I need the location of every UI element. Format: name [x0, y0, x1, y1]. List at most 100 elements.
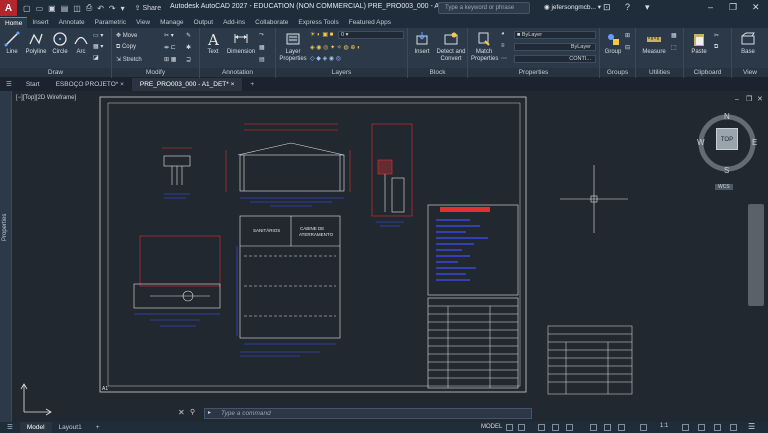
layer-tools-row-1[interactable]: ◈ ◉ ◎ ✦ ✧ ◍ ⊕ ◐ [310, 44, 361, 51]
osnap-icon[interactable] [566, 424, 573, 431]
hamburger-menu-icon[interactable]: ☰ [0, 78, 18, 91]
close-tab-icon[interactable]: × [231, 81, 235, 88]
tab-featured-apps[interactable]: Featured Apps [344, 17, 396, 28]
line-button[interactable]: Line [3, 31, 21, 56]
tab-parametric[interactable]: Parametric [90, 17, 131, 28]
group-tools-icon[interactable]: ⊞ [625, 32, 630, 39]
tab-output[interactable]: Output [189, 17, 219, 28]
markup-icon[interactable]: ▤ [259, 56, 265, 63]
compass-west[interactable]: W [697, 138, 705, 147]
layout-tab-model[interactable]: Model [19, 422, 52, 433]
clean-screen-icon[interactable] [730, 424, 737, 431]
open-icon[interactable]: ▭ [36, 4, 44, 13]
web-icon[interactable]: ◫ [73, 4, 81, 13]
cart-icon[interactable]: ⊡ [603, 2, 611, 13]
ortho-icon[interactable] [538, 424, 545, 431]
table-icon[interactable]: ▦ [259, 44, 265, 51]
search-input[interactable]: Type a keyword or phrase [438, 2, 530, 14]
add-layout-icon[interactable]: + [89, 422, 107, 433]
new-tab-icon[interactable]: + [242, 78, 262, 91]
erase-icon[interactable]: ✎ [186, 32, 191, 39]
customization-icon[interactable]: ☰ [748, 422, 755, 431]
tab-collaborate[interactable]: Collaborate [250, 17, 293, 28]
compass-east[interactable]: E [752, 138, 757, 147]
tab-insert[interactable]: Insert [27, 17, 53, 28]
scale-icon[interactable]: ⊞ ▦ [164, 56, 176, 63]
color-wheel-icon[interactable]: ◕ [501, 31, 505, 37]
copy-button[interactable]: ⧉ Copy [116, 44, 136, 51]
transparency-icon[interactable] [618, 424, 625, 431]
rectangle-icon[interactable]: ▭ ▾ [93, 32, 103, 39]
command-input[interactable]: Type a command [204, 408, 532, 419]
modify-panel-title[interactable]: Modify [112, 68, 199, 77]
layer-state-icons[interactable]: ☀ ◐ ▣ ■ [310, 31, 333, 38]
stretch-button[interactable]: ⇲ Stretch [116, 56, 142, 63]
paste-button[interactable]: Paste [688, 31, 710, 56]
tab-home[interactable]: Home [0, 17, 28, 28]
layout-menu-icon[interactable]: ☰ [0, 422, 20, 433]
restore-icon[interactable]: ❐ [729, 2, 737, 13]
redo-icon[interactable]: ↷ [109, 4, 116, 13]
lineweight-icon[interactable]: ≡ [501, 43, 505, 49]
help-icon[interactable]: ? [625, 2, 630, 12]
view-panel-title[interactable]: View [732, 68, 768, 77]
tab-view[interactable]: View [131, 17, 155, 28]
clipboard-panel-title[interactable]: Clipboard [684, 68, 731, 77]
group-button[interactable]: Group [602, 31, 624, 56]
layer-tools-row-2[interactable]: ◇ ◆ ◈ ◉ ◎ [310, 55, 341, 62]
compass-south[interactable]: S [724, 166, 729, 175]
isolate-icon[interactable] [714, 424, 721, 431]
lineweight-toggle-icon[interactable] [604, 424, 611, 431]
doc-tab-pre-pro003[interactable]: PRE_PRO003_000 - A1_DET* × [131, 78, 243, 91]
properties-panel-title[interactable]: Properties [468, 68, 599, 77]
navigation-bar[interactable] [748, 204, 764, 306]
otrack-icon[interactable] [590, 424, 597, 431]
layers-panel-title[interactable]: Layers [276, 68, 407, 77]
annotation-panel-title[interactable]: Annotation [200, 68, 275, 77]
color-dropdown[interactable]: ■ ByLayer [514, 31, 596, 39]
block-panel-title[interactable]: Block [408, 68, 467, 77]
viewcube-top-face[interactable]: TOP [716, 128, 738, 150]
save-icon[interactable]: ▣ [48, 4, 56, 13]
viewport-close-icon[interactable]: ✕ [757, 95, 763, 103]
boundary-icon[interactable]: ◪ [93, 54, 99, 61]
annotation-scale[interactable]: 1:1 [660, 423, 668, 429]
compass-north[interactable]: N [724, 112, 730, 121]
trim-icon[interactable]: ✂ ▾ [164, 32, 174, 39]
plus-icon[interactable] [698, 424, 705, 431]
layout-tab-layout1[interactable]: Layout1 [52, 422, 89, 433]
hatch-icon[interactable]: ▦ ▾ [93, 43, 103, 50]
snap-icon[interactable] [518, 424, 525, 431]
text-button[interactable]: A Text [203, 31, 223, 56]
mirror-icon[interactable]: ⇹ ⊏ [164, 44, 176, 51]
viewport-restore-icon[interactable]: ❐ [746, 95, 752, 103]
polar-icon[interactable] [552, 424, 559, 431]
viewport-minimize-icon[interactable]: – [735, 96, 739, 103]
close-icon[interactable]: ✕ [752, 2, 760, 13]
measure-button[interactable]: Measure [640, 31, 668, 56]
doc-tab-esboco[interactable]: ESBOÇO PROJETO* × [48, 78, 132, 91]
minimize-icon[interactable]: – [708, 2, 713, 12]
undo-icon[interactable]: ↶ [97, 4, 104, 13]
print-icon[interactable]: ⎙ [86, 3, 92, 13]
app-menu-button[interactable]: A [0, 0, 17, 16]
leader-icon[interactable]: ⤳ [259, 32, 264, 39]
drawing-canvas[interactable]: SANITÁRIOS CABINE DE ATERRAMENTO A1 [0, 91, 768, 422]
save-as-icon[interactable]: ▤ [61, 4, 69, 13]
annotation-visibility-icon[interactable] [640, 424, 647, 431]
linetype-icon[interactable]: ⋯ [501, 55, 507, 62]
select-all-icon[interactable]: ⬚ [671, 44, 677, 51]
dimension-button[interactable]: Dimension [225, 31, 257, 56]
linetype-dropdown[interactable]: CONTI... [514, 55, 596, 63]
lineweight-dropdown[interactable]: ByLayer [514, 43, 596, 51]
base-button[interactable]: Base [736, 31, 760, 56]
help-dropdown-icon[interactable]: ▾ [645, 2, 650, 13]
draw-panel-title[interactable]: Draw [0, 68, 111, 77]
match-properties-button[interactable]: Match Properties [471, 31, 498, 63]
tab-express-tools[interactable]: Express Tools [293, 17, 343, 28]
calculator-icon[interactable]: ▦ [671, 32, 677, 39]
properties-palette-collapsed[interactable]: Properties [0, 91, 12, 422]
grid-icon[interactable] [506, 424, 513, 431]
layer-properties-button[interactable]: Layer Properties [279, 31, 307, 63]
offset-icon[interactable]: ⊒ [186, 56, 191, 63]
